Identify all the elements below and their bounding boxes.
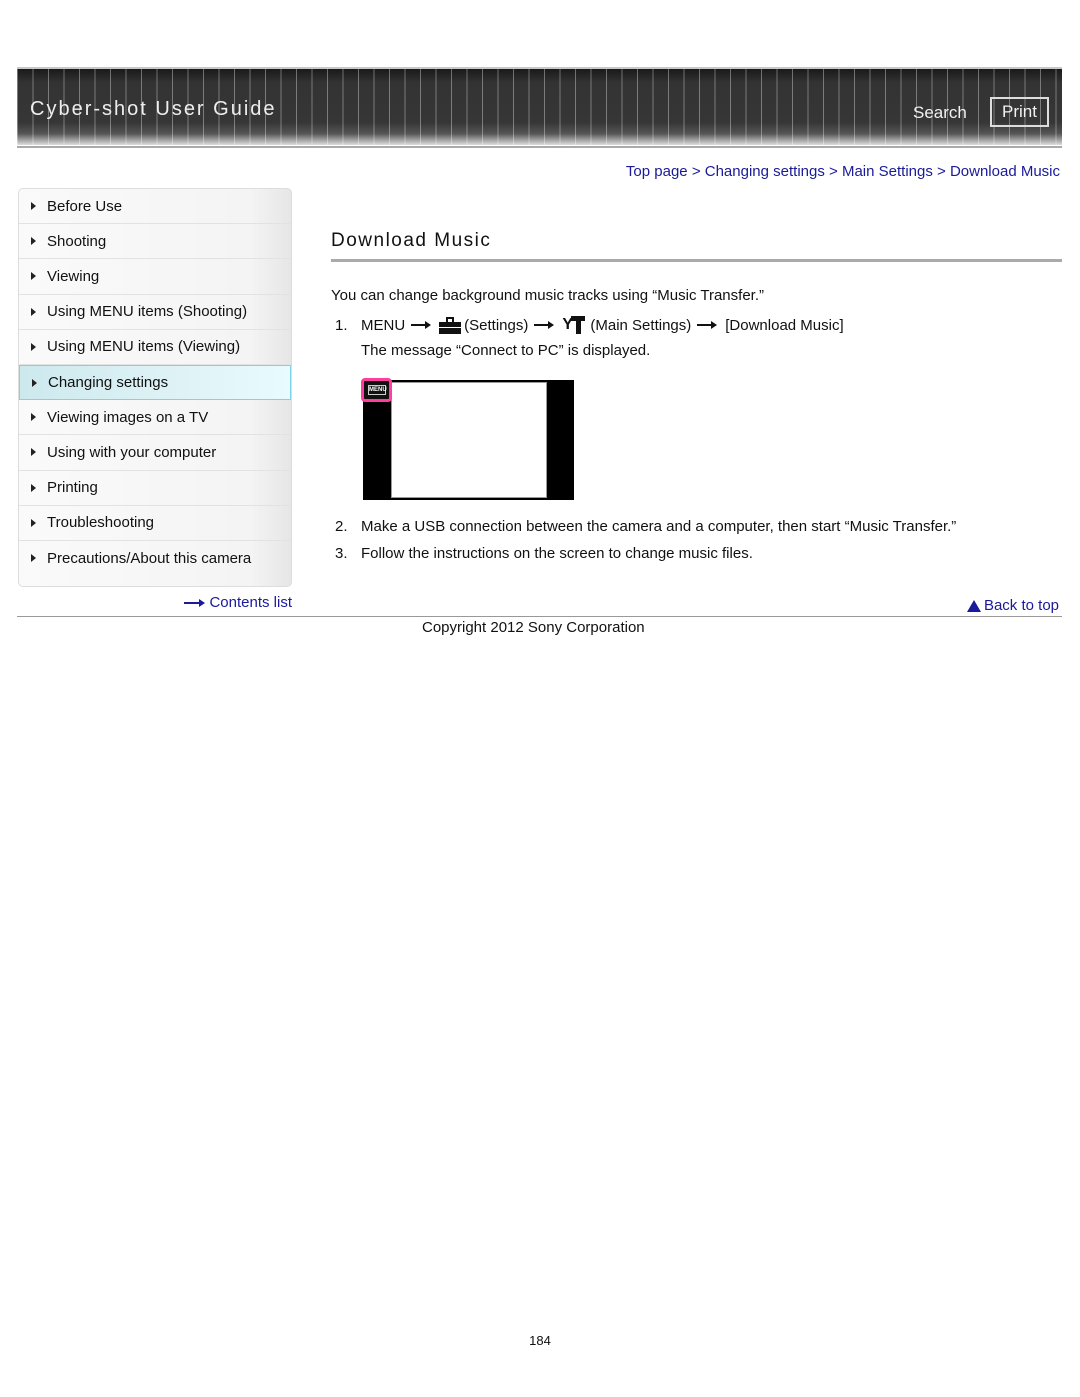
header-divider (17, 146, 1062, 148)
triangle-up-icon (966, 599, 981, 612)
step-number: 2. (335, 518, 348, 535)
step-number: 3. (335, 545, 348, 562)
triangle-right-icon (31, 202, 36, 211)
sidebar-item-label: Printing (47, 479, 98, 497)
triangle-right-icon (31, 307, 36, 316)
step-3: 3. Follow the instructions on the screen… (335, 545, 753, 562)
sidebar-item-label: Using MENU items (Viewing) (47, 338, 241, 356)
sidebar-item-label: Using with your computer (47, 443, 217, 461)
breadcrumb-separator: > (691, 163, 705, 180)
sidebar-nav: Before Use Shooting Viewing Using MENU i… (18, 188, 292, 587)
guide-title: Cyber-shot User Guide (30, 98, 277, 120)
breadcrumb-separator: > (829, 163, 842, 180)
sidebar-item-label: Viewing (47, 267, 100, 285)
triangle-right-icon (31, 237, 36, 246)
breadcrumb-separator: > (937, 163, 950, 180)
back-to-top-label: Back to top (983, 597, 1059, 614)
breadcrumb: Top page > Changing settings > Main Sett… (626, 163, 1060, 180)
sidebar-item-troubleshooting[interactable]: Troubleshooting (19, 506, 291, 541)
sidebar-item-before-use[interactable]: Before Use (19, 189, 291, 225)
intro-text: You can change background music tracks u… (331, 287, 764, 304)
menu-icon: MENU (368, 385, 387, 395)
triangle-right-icon (32, 378, 37, 387)
wrench-hammer-icon: Y (562, 316, 586, 334)
step-1: 1. MENU (Settings) Y (Main Settings) [Do… (335, 316, 844, 334)
menu-button-highlight: MENU (361, 378, 392, 402)
step-number: 1. (335, 316, 348, 334)
screen-display-area (391, 382, 547, 498)
arrow-right-icon (184, 598, 206, 608)
sidebar-item-viewing[interactable]: Viewing (19, 259, 291, 295)
triangle-right-icon (31, 342, 36, 351)
triangle-right-icon (31, 518, 36, 527)
sidebar-item-shooting[interactable]: Shooting (19, 224, 291, 260)
breadcrumb-download-music[interactable]: Download Music (950, 163, 1060, 180)
sidebar-item-label: Precautions/About this camera (47, 549, 252, 567)
triangle-right-icon (31, 554, 36, 563)
download-music-label: [Download Music] (725, 316, 844, 334)
sidebar-item-precautions[interactable]: Precautions/About this camera (19, 541, 291, 576)
triangle-right-icon (31, 448, 36, 457)
step-text: Follow the instructions on the screen to… (361, 545, 753, 562)
triangle-right-icon (31, 272, 36, 281)
step-text: Make a USB connection between the camera… (361, 518, 957, 535)
sidebar-item-label: Viewing images on a TV (47, 408, 209, 426)
sidebar-item-label: Before Use (47, 197, 123, 215)
breadcrumb-top-page[interactable]: Top page (626, 163, 688, 180)
sidebar-item-menu-shooting[interactable]: Using MENU items (Shooting) (19, 295, 291, 330)
sidebar-item-menu-viewing[interactable]: Using MENU items (Viewing) (19, 330, 291, 365)
header-banner: Cyber-shot User Guide Search Print (17, 67, 1062, 145)
contents-list-link[interactable]: Contents list (184, 594, 292, 611)
title-divider (331, 259, 1062, 262)
menu-label: MENU (361, 316, 406, 334)
page-title: Download Music (331, 230, 492, 251)
page-number: 184 (529, 1333, 551, 1348)
sidebar-item-label: Troubleshooting (47, 514, 155, 532)
print-button[interactable]: Print (990, 97, 1049, 127)
toolbox-settings-icon (439, 316, 462, 334)
step-2: 2. Make a USB connection between the cam… (335, 518, 956, 535)
back-to-top-link[interactable]: Back to top (966, 597, 1059, 614)
triangle-right-icon (31, 413, 36, 422)
footer-divider (17, 616, 1062, 617)
arrow-right-icon (534, 321, 556, 329)
main-settings-label: (Main Settings) (590, 316, 692, 334)
breadcrumb-changing-settings[interactable]: Changing settings (705, 163, 825, 180)
sidebar-item-printing[interactable]: Printing (19, 471, 291, 506)
sidebar-item-label: Changing settings (48, 374, 169, 392)
triangle-right-icon (31, 483, 36, 492)
settings-label: (Settings) (464, 316, 529, 334)
sidebar-item-label: Shooting (47, 232, 107, 250)
search-link[interactable]: Search (913, 103, 967, 123)
breadcrumb-main-settings[interactable]: Main Settings (842, 163, 933, 180)
camera-screen-image: MENU (361, 378, 574, 500)
sidebar-item-changing-settings[interactable]: Changing settings (19, 364, 291, 401)
copyright: Copyright 2012 Sony Corporation (422, 619, 645, 636)
sidebar-item-computer[interactable]: Using with your computer (19, 435, 291, 471)
contents-list-label: Contents list (209, 594, 292, 611)
arrow-right-icon (411, 321, 433, 329)
sidebar-item-label: Using MENU items (Shooting) (47, 303, 248, 321)
sidebar-item-viewing-tv[interactable]: Viewing images on a TV (19, 400, 291, 436)
arrow-right-icon (697, 321, 719, 329)
step-1-message: The message “Connect to PC” is displayed… (361, 342, 651, 359)
